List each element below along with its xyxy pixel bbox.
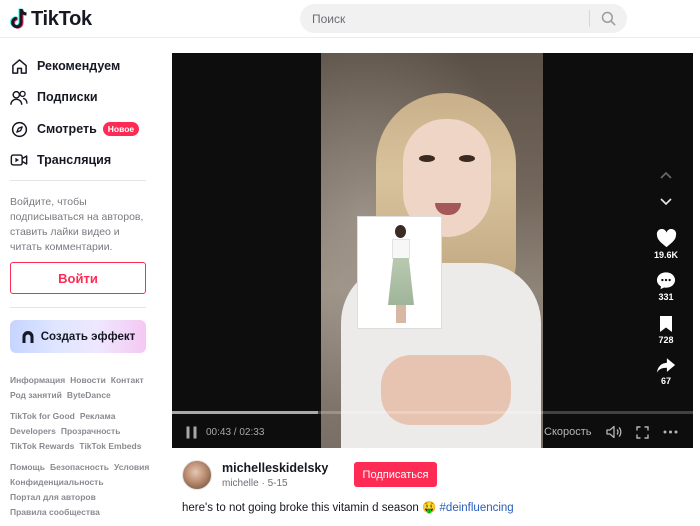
footer-link-embeds[interactable]: TikTok Embeds xyxy=(79,439,141,454)
footer-link-creator-portal[interactable]: Портал для авторов xyxy=(10,490,96,505)
video-subject-hands xyxy=(381,355,511,425)
chevron-down-icon xyxy=(660,198,672,206)
caption-hashtag[interactable]: #deinfluencing xyxy=(440,502,514,514)
search-bar xyxy=(300,4,627,33)
sidebar-divider xyxy=(10,180,146,181)
create-effect-label: Создать эффект xyxy=(40,330,136,343)
search-button[interactable] xyxy=(596,8,620,29)
effect-house-icon xyxy=(22,330,34,343)
caption-text: here's to not going broke this vitamin d… xyxy=(182,502,437,514)
video-frame[interactable] xyxy=(321,53,543,448)
playback-speed-button[interactable]: Скорость xyxy=(544,423,592,441)
logo-text: TikTok xyxy=(31,7,92,30)
tiktok-logo[interactable]: TikTok xyxy=(10,6,92,32)
pause-button[interactable] xyxy=(186,423,197,441)
fullscreen-button[interactable] xyxy=(636,423,649,441)
save-count: 728 xyxy=(658,335,674,345)
footer-link-tiktok-for-good[interactable]: TikTok for Good xyxy=(10,409,75,424)
sidebar-item-label: Рекомендуем xyxy=(37,59,121,73)
share-count: 67 xyxy=(660,376,671,386)
volume-icon xyxy=(606,425,622,439)
footer-link-transparency[interactable]: Прозрачность xyxy=(61,424,121,439)
share-icon xyxy=(656,358,676,373)
footer-link-community-guidelines[interactable]: Правила сообщества xyxy=(10,505,100,520)
product-photo-overlay xyxy=(357,216,442,329)
video-progress-fill xyxy=(172,411,318,414)
volume-button[interactable] xyxy=(606,423,622,441)
next-video-button[interactable] xyxy=(656,192,676,212)
home-icon xyxy=(10,57,28,75)
explore-icon xyxy=(10,120,28,138)
search-icon xyxy=(601,11,615,26)
comment-icon xyxy=(656,272,676,290)
video-subject-eye xyxy=(419,155,435,162)
save-button[interactable]: 728 xyxy=(650,315,682,345)
author-avatar[interactable] xyxy=(182,460,212,490)
live-icon xyxy=(10,151,28,169)
footer-group-legal: Помощь Безопасность Условия Конфиденциал… xyxy=(10,460,155,520)
sidebar-item-label: Подписки xyxy=(37,90,98,104)
footer-links: Информация Новости Контакт Род занятий B… xyxy=(10,373,155,526)
following-icon xyxy=(10,88,28,106)
like-button[interactable]: 19.6K xyxy=(650,229,682,260)
sidebar-item-label: Трансляция xyxy=(37,153,112,167)
video-subject-eye xyxy=(459,155,475,162)
like-count: 19.6K xyxy=(653,250,679,260)
search-input[interactable] xyxy=(300,4,580,33)
footer-link-advertise[interactable]: Реклама xyxy=(80,409,116,424)
top-header: TikTok xyxy=(0,0,700,38)
footer-link-bytedance[interactable]: ByteDance xyxy=(67,388,111,403)
footer-group-programs: TikTok for Good Реклама Developers Прозр… xyxy=(10,409,155,454)
tiktok-logo-icon xyxy=(10,8,27,29)
footer-link-terms[interactable]: Условия xyxy=(114,460,149,475)
video-time: 00:43 / 02:33 xyxy=(206,426,265,438)
sidebar-item-recommended[interactable]: Рекомендуем xyxy=(10,54,120,78)
sidebar-item-following[interactable]: Подписки xyxy=(10,85,98,109)
product-model-head xyxy=(395,225,406,238)
footer-link-contact[interactable]: Контакт xyxy=(111,373,144,388)
sidebar-divider xyxy=(10,307,146,308)
heart-icon xyxy=(656,229,676,248)
search-divider xyxy=(589,10,590,27)
author-username[interactable]: michelleskidelsky xyxy=(222,461,328,475)
create-effect-button[interactable]: Создать эффект xyxy=(10,320,146,353)
footer-link-careers[interactable]: Род занятий xyxy=(10,388,62,403)
product-model-top xyxy=(392,239,410,259)
product-model-skirt xyxy=(388,258,414,305)
footer-link-developers[interactable]: Developers xyxy=(10,424,56,439)
footer-group-company: Информация Новости Контакт Род занятий B… xyxy=(10,373,155,403)
comment-button[interactable]: 331 xyxy=(650,271,682,302)
sidebar-item-label: Смотреть xyxy=(37,122,97,136)
follow-button[interactable]: Подписаться xyxy=(354,462,437,487)
video-player[interactable]: 19.6K 331 728 67 00:43 / 02:33 Скорость xyxy=(172,53,693,448)
fullscreen-icon xyxy=(636,425,649,439)
login-prompt: Войдите, чтобы подписываться на авторов,… xyxy=(10,196,144,253)
sidebar-item-live[interactable]: Трансляция xyxy=(10,148,111,172)
login-button[interactable]: Войти xyxy=(10,262,146,294)
previous-video-button[interactable] xyxy=(656,165,676,185)
video-progress-bar[interactable] xyxy=(172,411,693,414)
footer-link-news[interactable]: Новости xyxy=(70,373,106,388)
comment-count: 331 xyxy=(658,292,674,302)
footer-link-help[interactable]: Помощь xyxy=(10,460,45,475)
footer-link-rewards[interactable]: TikTok Rewards xyxy=(10,439,74,454)
product-model-legs xyxy=(396,305,406,323)
pause-icon xyxy=(186,426,197,438)
author-display-date: michelle · 5-15 xyxy=(222,478,288,489)
bookmark-icon xyxy=(660,316,672,332)
footer-link-info[interactable]: Информация xyxy=(10,373,65,388)
new-badge: Новое xyxy=(102,122,140,136)
left-sidebar: Рекомендуем Подписки Смотреть Новое Тран… xyxy=(0,39,160,519)
more-options-button[interactable] xyxy=(663,423,678,441)
share-button[interactable]: 67 xyxy=(650,357,682,386)
video-caption: here's to not going broke this vitamin d… xyxy=(182,500,514,514)
footer-link-privacy[interactable]: Конфиденциальность xyxy=(10,475,104,490)
sidebar-item-explore[interactable]: Смотреть Новое xyxy=(10,117,140,141)
footer-link-safety[interactable]: Безопасность xyxy=(50,460,109,475)
more-icon xyxy=(663,430,678,434)
chevron-up-icon xyxy=(660,171,672,179)
